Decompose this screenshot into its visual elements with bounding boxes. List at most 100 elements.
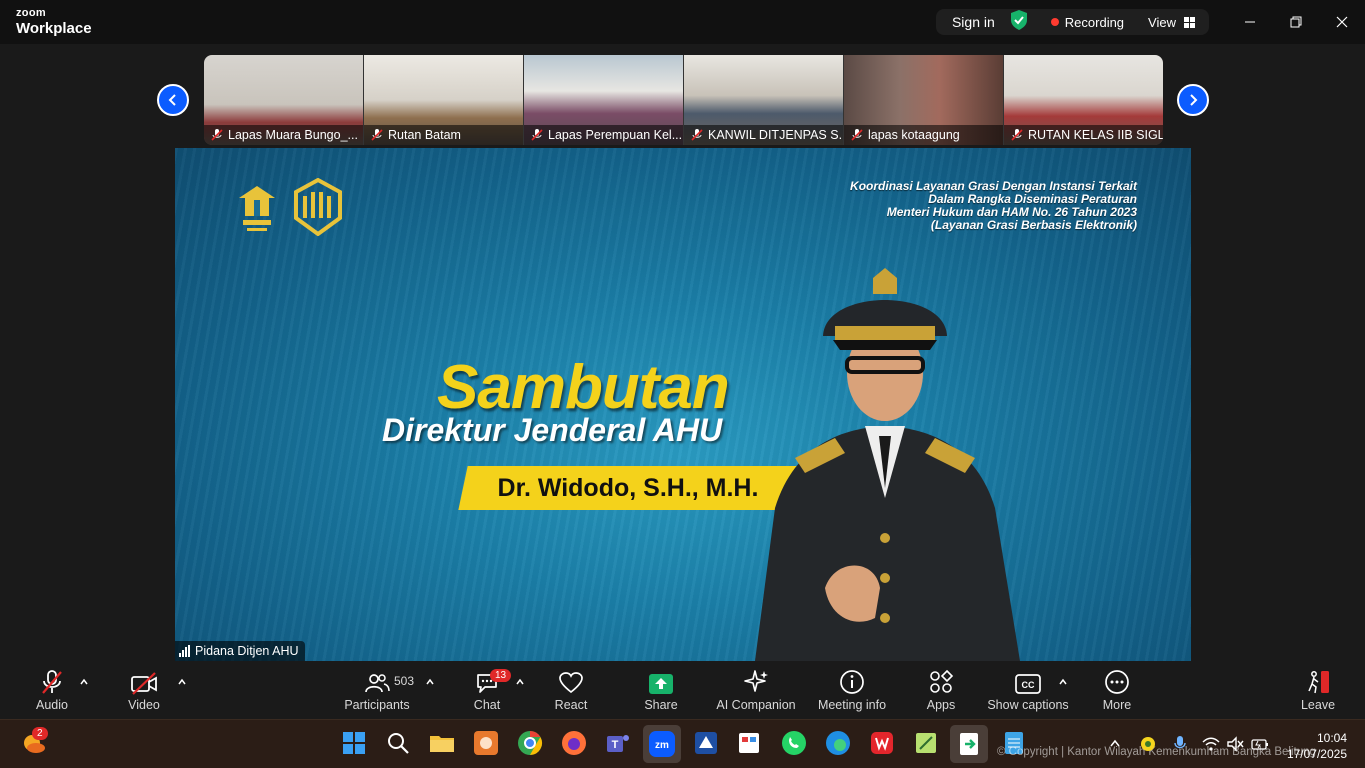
more-icon xyxy=(1105,670,1129,694)
battery-icon[interactable] xyxy=(1250,736,1270,752)
recording-indicator[interactable]: Recording xyxy=(1039,15,1136,30)
participants-options-chevron-icon[interactable] xyxy=(425,677,435,687)
participant-name: Lapas Muara Bungo_... xyxy=(228,128,358,142)
show-captions-button[interactable]: CC Show captions xyxy=(987,661,1069,719)
title-bar: zoom Workplace Sign in Recording View xyxy=(0,0,1365,44)
snipping-tool-icon xyxy=(739,733,759,753)
zoom-taskbar[interactable]: zm xyxy=(643,725,681,763)
muted-mic-icon xyxy=(211,129,223,141)
clock-date: 17/07/2025 xyxy=(1286,747,1347,761)
participants-count: 503 xyxy=(394,674,415,688)
edge-icon xyxy=(826,731,850,755)
speaker-muted-icon[interactable] xyxy=(1226,736,1244,752)
meeting-status-pill: Sign in Recording View xyxy=(935,9,1209,36)
participant-tile[interactable]: Lapas Muara Bungo_... xyxy=(204,55,364,145)
svg-text:zm: zm xyxy=(655,740,669,751)
slide-topic: Koordinasi Layanan Grasi Dengan Instansi… xyxy=(850,179,1137,232)
edge-taskbar[interactable] xyxy=(824,729,852,757)
sign-in-button[interactable]: Sign in xyxy=(942,14,1005,30)
brand-zoom: zoom xyxy=(16,7,46,19)
wps-office-icon xyxy=(871,732,893,754)
chat-options-chevron-icon[interactable] xyxy=(515,677,525,687)
participant-name: KANWIL DITJENPAS S... xyxy=(708,128,843,142)
restore-icon xyxy=(1290,16,1302,28)
next-page-button[interactable] xyxy=(1177,84,1209,116)
notepad-taskbar[interactable] xyxy=(912,729,940,757)
participant-tile[interactable]: lapas kotaagung xyxy=(844,55,1004,145)
muted-mic-icon xyxy=(691,129,703,141)
recording-dot-icon xyxy=(1050,18,1059,26)
security-shield-icon[interactable] xyxy=(1005,9,1039,36)
minimize-icon xyxy=(1245,21,1255,23)
wifi-icon[interactable] xyxy=(1202,736,1220,752)
microphone-tray-icon[interactable] xyxy=(1173,735,1187,753)
participant-name: RUTAN KELAS IIB SIGLI xyxy=(1028,128,1163,142)
teams-icon: T xyxy=(607,735,629,752)
heart-icon xyxy=(559,672,583,694)
photo-app-taskbar[interactable] xyxy=(472,729,500,757)
system-clock[interactable]: 10:04 17/07/2025 xyxy=(1287,730,1347,762)
leave-icon xyxy=(1308,671,1329,694)
muted-mic-icon xyxy=(1011,129,1023,141)
zoom-app-icon: zm xyxy=(649,731,675,757)
ai-companion-button[interactable]: AI Companion xyxy=(716,661,796,719)
participant-tile[interactable]: Rutan Batam xyxy=(364,55,524,145)
wps-office-taskbar[interactable] xyxy=(868,729,896,757)
captions-options-chevron-icon[interactable] xyxy=(1058,677,1068,687)
video-options-chevron-icon[interactable] xyxy=(177,677,187,687)
ministry-emblem-icon xyxy=(239,186,275,231)
react-button[interactable]: React xyxy=(551,661,591,719)
brand-workplace: Workplace xyxy=(16,20,92,37)
participants-button[interactable]: Participants xyxy=(342,661,412,719)
video-button[interactable]: Video xyxy=(122,661,166,719)
close-button[interactable] xyxy=(1319,0,1365,44)
previous-page-button[interactable] xyxy=(157,84,189,116)
file-explorer-taskbar[interactable] xyxy=(428,729,456,757)
shared-screen[interactable]: Koordinasi Layanan Grasi Dengan Instansi… xyxy=(175,148,1191,661)
chrome-taskbar[interactable] xyxy=(516,729,544,757)
apps-icon xyxy=(930,669,954,693)
grid-view-icon xyxy=(1184,16,1195,28)
firefox-icon xyxy=(562,731,586,755)
participant-thumbnail-strip: Lapas Muara Bungo_... Rutan Batam Lapas … xyxy=(204,55,1163,145)
leave-button[interactable]: Leave xyxy=(1298,661,1338,719)
share-screen-icon xyxy=(649,674,673,694)
firefox-taskbar[interactable] xyxy=(560,729,588,757)
search-button[interactable] xyxy=(384,729,412,757)
whatsapp-taskbar[interactable] xyxy=(780,729,808,757)
tray-overflow-chevron-icon[interactable] xyxy=(1109,738,1121,748)
participant-tile[interactable]: KANWIL DITJENPAS S... xyxy=(684,55,844,145)
meeting-info-button[interactable]: Meeting info xyxy=(816,661,888,719)
audio-button[interactable]: Audio xyxy=(30,661,74,719)
official-portrait xyxy=(755,268,1020,661)
participant-tile[interactable]: Lapas Perempuan Kel... xyxy=(524,55,684,145)
snipping-tool-taskbar[interactable] xyxy=(736,729,764,757)
start-button[interactable] xyxy=(340,729,368,757)
notes-icon xyxy=(916,733,936,753)
muted-mic-icon xyxy=(531,129,543,141)
speaker-name: Pidana Ditjen AHU xyxy=(195,644,299,658)
active-speaker-label: Pidana Ditjen AHU xyxy=(175,641,305,661)
app-taskbar-blue[interactable] xyxy=(692,729,720,757)
app-logo: zoom Workplace xyxy=(16,7,92,37)
view-button[interactable]: View xyxy=(1136,15,1203,30)
search-icon xyxy=(388,733,409,754)
tray-app-icon[interactable] xyxy=(1140,736,1156,752)
participant-tile[interactable]: RUTAN KELAS IIB SIGLI xyxy=(1004,55,1163,145)
ahu-logo-icon xyxy=(294,178,342,236)
share-screen-button[interactable]: Share xyxy=(641,661,681,719)
clock-time: 10:04 xyxy=(1316,731,1347,745)
minimize-button[interactable] xyxy=(1227,0,1273,44)
download-app-icon xyxy=(960,733,978,755)
signal-strength-icon xyxy=(179,645,190,657)
audio-options-chevron-icon[interactable] xyxy=(79,677,89,687)
more-button[interactable]: More xyxy=(1097,661,1137,719)
participants-icon xyxy=(365,674,390,693)
apps-button[interactable]: Apps xyxy=(922,661,960,719)
teams-taskbar[interactable]: T xyxy=(604,729,632,757)
view-label: View xyxy=(1148,14,1176,30)
muted-mic-icon xyxy=(371,129,383,141)
download-app-taskbar[interactable] xyxy=(950,725,988,763)
chevron-right-icon xyxy=(1190,94,1198,106)
restore-button[interactable] xyxy=(1273,0,1319,44)
